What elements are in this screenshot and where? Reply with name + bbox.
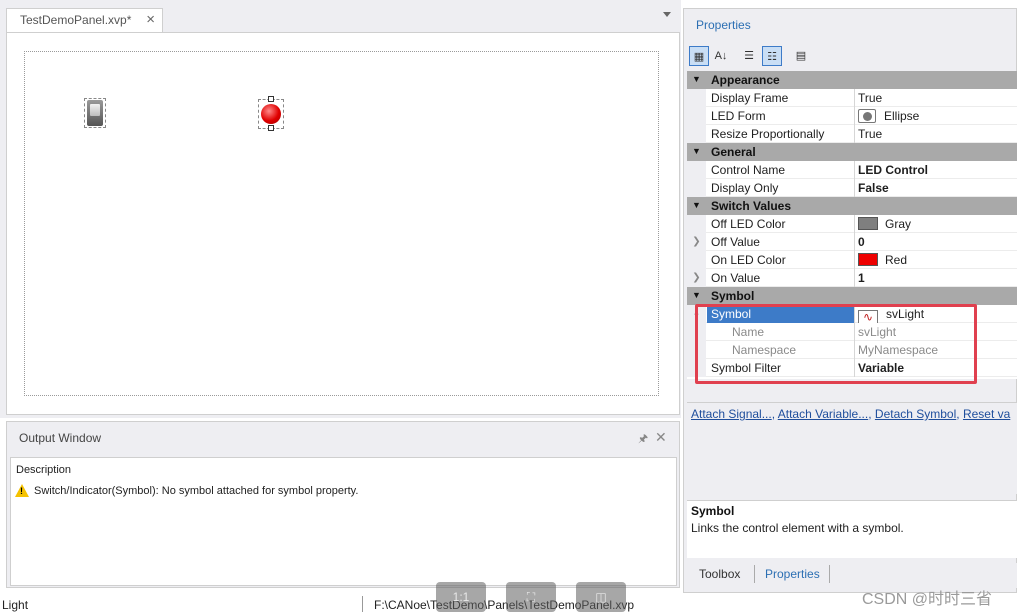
status-text: Light [2, 598, 29, 612]
property-name: Resize Proportionally [707, 125, 855, 143]
close-icon[interactable]: ✕ [655, 429, 667, 446]
panel-design-area[interactable] [24, 51, 659, 396]
property-row-off-led-color[interactable]: Off LED Color Gray [687, 215, 1017, 233]
property-name: LED Form [707, 107, 855, 125]
property-name: Control Name [707, 161, 855, 179]
property-row-on-value[interactable]: ❯ On Value 1 [687, 269, 1017, 287]
fullscreen-icon[interactable]: ◫ [576, 582, 626, 612]
output-list [10, 457, 677, 586]
property-row-control-name[interactable]: Control Name LED Control [687, 161, 1017, 179]
resize-handle-bottom[interactable] [268, 125, 274, 131]
color-swatch [858, 217, 878, 230]
resize-handle-top[interactable] [268, 96, 274, 102]
detach-symbol-link[interactable]: Detach Symbol [875, 407, 956, 421]
watermark: CSDN @时时三省 [862, 591, 993, 608]
category-appearance[interactable]: ▼ Appearance [687, 71, 1017, 89]
property-pages-icon[interactable]: ▤ [791, 46, 811, 66]
property-value[interactable]: True [856, 89, 1017, 107]
chevron-right-icon[interactable]: ❯ [687, 269, 706, 287]
output-window-title: Output Window [19, 431, 102, 445]
collapse-icon[interactable]: ▼ [692, 200, 701, 210]
color-swatch [858, 253, 878, 266]
collapse-icon[interactable]: ▼ [692, 74, 701, 84]
category-label: Appearance [711, 73, 780, 87]
document-tab[interactable]: TestDemoPanel.xvp* × [6, 8, 163, 32]
actual-size-icon[interactable]: 1:1 [436, 582, 486, 612]
category-label: General [711, 145, 756, 159]
property-name: Display Only [707, 179, 855, 197]
property-row-off-value[interactable]: ❯ Off Value 0 [687, 233, 1017, 251]
document-tab-label: TestDemoPanel.xvp* [20, 13, 132, 27]
property-name: On LED Color [707, 251, 855, 269]
property-name: On Value [707, 269, 855, 287]
properties-icon[interactable]: ☰ [739, 46, 759, 66]
category-label: Switch Values [711, 199, 792, 213]
property-value[interactable]: 0 [856, 233, 1017, 251]
property-value[interactable]: True [856, 125, 1017, 143]
property-value[interactable]: 1 [856, 269, 1017, 287]
help-title: Symbol [691, 504, 735, 518]
warning-icon: ! [15, 484, 29, 497]
led-control[interactable] [258, 96, 284, 131]
switch-control[interactable] [84, 98, 106, 128]
attach-variable-link[interactable]: Attach Variable... [778, 407, 869, 421]
close-icon[interactable]: × [146, 11, 155, 28]
category-label: Symbol [711, 289, 755, 303]
property-value: Red [885, 253, 908, 267]
property-row-led-form[interactable]: LED Form Ellipse [687, 107, 1017, 125]
output-message[interactable]: Switch/Indicator(Symbol): No symbol atta… [34, 485, 358, 497]
tab-divider [754, 565, 755, 583]
help-text: Links the control element with a symbol. [691, 521, 904, 535]
collapse-icon[interactable]: ▼ [692, 290, 701, 300]
property-value-off-led-color[interactable]: Gray [856, 215, 1017, 233]
reset-values-link[interactable]: Reset va [963, 407, 1010, 421]
properties-title: Properties [696, 18, 751, 32]
chevron-down-icon[interactable] [663, 12, 671, 17]
property-name: Display Frame [707, 89, 855, 107]
switch-icon [87, 100, 103, 126]
attach-signal-link[interactable]: Attach Signal... [691, 407, 772, 421]
tab-toolbox[interactable]: Toolbox [699, 567, 740, 581]
category-general[interactable]: ▼ General [687, 143, 1017, 161]
chevron-right-icon[interactable]: ❯ [687, 233, 706, 251]
property-row-resize-proportionally[interactable]: Resize Proportionally True [687, 125, 1017, 143]
property-row-display-frame[interactable]: Display Frame True [687, 89, 1017, 107]
category-switch-values[interactable]: ▼ Switch Values [687, 197, 1017, 215]
property-value-led-form[interactable]: Ellipse [856, 107, 1017, 125]
property-value: Gray [885, 217, 912, 231]
property-value: Ellipse [884, 109, 920, 123]
category-symbol[interactable]: ▼ Symbol [687, 287, 1017, 305]
status-divider [362, 596, 363, 612]
property-name: Off Value [707, 233, 855, 251]
tab-properties[interactable]: Properties [765, 567, 820, 581]
property-row-display-only[interactable]: Display Only False [687, 179, 1017, 197]
categorized-icon[interactable]: ▦ [689, 46, 709, 66]
collapse-icon[interactable]: ▼ [692, 146, 701, 156]
highlight-box [695, 304, 977, 384]
events-icon[interactable]: ☷ [762, 46, 782, 66]
column-header-description[interactable]: Description [16, 464, 71, 476]
led-indicator-icon [261, 104, 281, 124]
tab-divider [829, 565, 830, 583]
property-name: Off LED Color [707, 215, 855, 233]
property-value[interactable]: LED Control [856, 161, 1017, 179]
pin-icon[interactable]: 🖈 [638, 430, 648, 449]
ellipse-icon [858, 109, 876, 123]
property-row-on-led-color[interactable]: On LED Color Red [687, 251, 1017, 269]
property-actions: Attach Signal..., Attach Variable..., De… [687, 402, 1017, 494]
alphabetical-icon[interactable]: A↓ [711, 46, 731, 66]
fit-to-window-icon[interactable]: ⛶ [506, 582, 556, 612]
property-value[interactable]: False [856, 179, 1017, 197]
property-value-on-led-color[interactable]: Red [856, 251, 1017, 269]
